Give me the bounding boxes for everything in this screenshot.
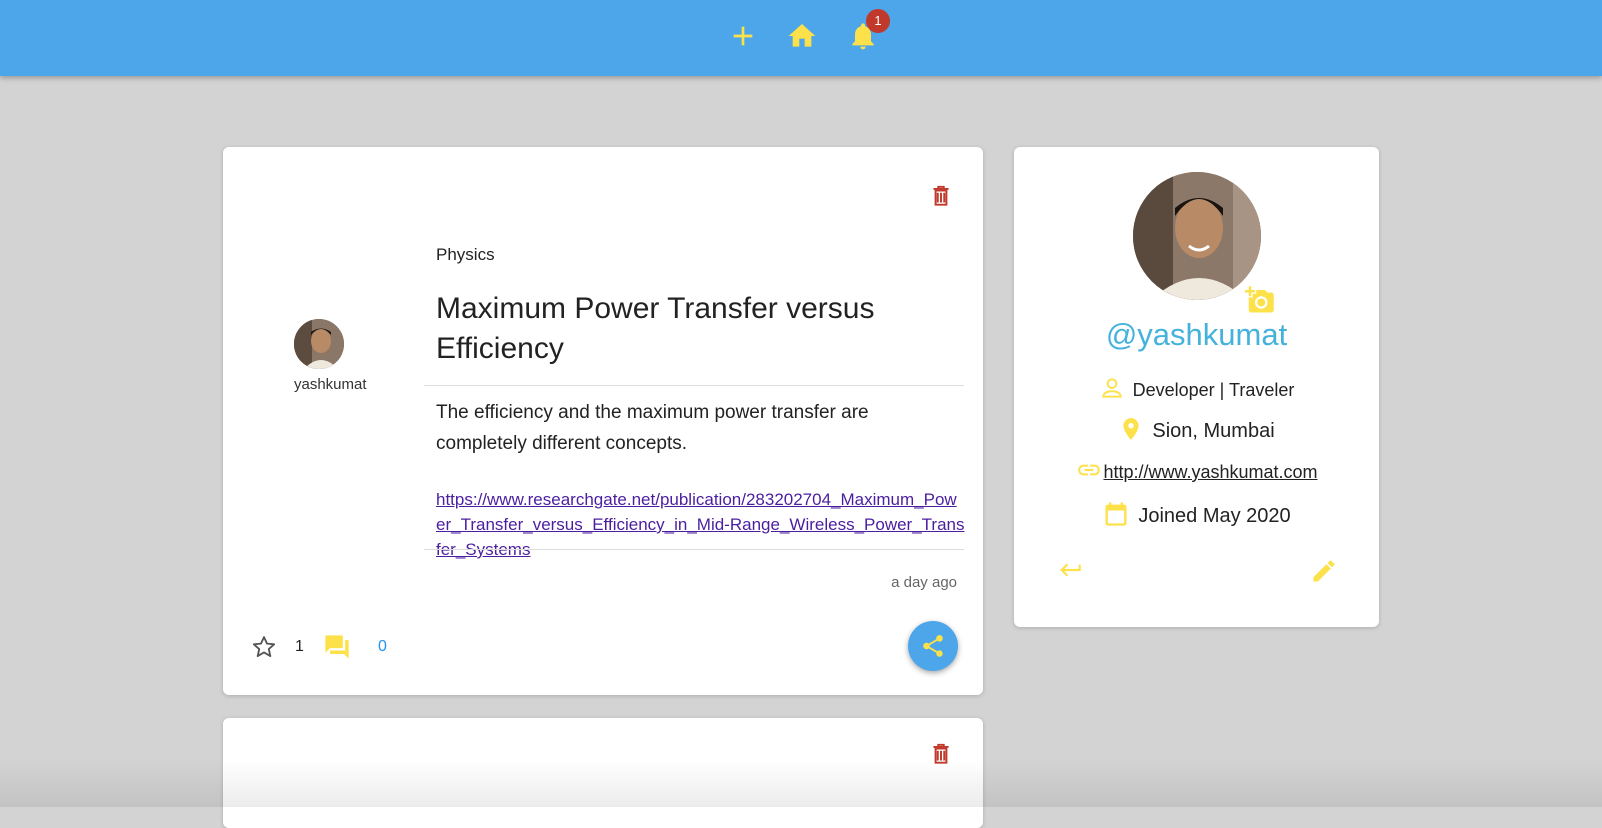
trash-icon bbox=[933, 185, 949, 206]
top-navbar: 1 bbox=[0, 0, 1602, 76]
profile-website-link[interactable]: http://www.yashkumat.com bbox=[1103, 462, 1317, 483]
profile-location: Sion, Mumbai bbox=[1152, 420, 1275, 442]
divider bbox=[424, 385, 964, 386]
edit-profile-button[interactable] bbox=[1310, 557, 1338, 585]
delete-post-button[interactable] bbox=[928, 182, 954, 210]
avatar-image bbox=[294, 319, 344, 369]
comment-count: 0 bbox=[378, 638, 387, 655]
star-outline-icon bbox=[252, 636, 276, 658]
post-title: Maximum Power Transfer versus Efficiency bbox=[436, 292, 875, 365]
author-avatar[interactable] bbox=[294, 319, 344, 369]
comments-icon bbox=[325, 635, 349, 659]
post-timestamp: a day ago bbox=[891, 574, 957, 591]
add-post-button[interactable] bbox=[725, 18, 761, 54]
change-photo-button[interactable] bbox=[1244, 285, 1276, 315]
divider bbox=[424, 549, 964, 550]
keyboard-return-icon bbox=[1060, 563, 1081, 577]
profile-joined-row: Joined May 2020 bbox=[1014, 499, 1379, 534]
profile-location-row: Sion, Mumbai bbox=[1014, 415, 1379, 448]
share-icon bbox=[923, 635, 943, 657]
pencil-icon bbox=[1313, 560, 1335, 582]
post-link[interactable]: https://www.researchgate.net/publication… bbox=[436, 487, 966, 562]
like-count: 1 bbox=[295, 638, 304, 655]
post-body: The efficiency and the maximum power tra… bbox=[436, 402, 869, 454]
trash-icon bbox=[933, 743, 949, 764]
link-icon bbox=[1075, 457, 1103, 488]
delete-post-button[interactable] bbox=[928, 740, 954, 768]
profile-avatar bbox=[1133, 172, 1261, 300]
post-card: yashkumat Physics Maximum Power Transfer… bbox=[223, 147, 983, 695]
home-icon bbox=[788, 24, 816, 47]
profile-joined: Joined May 2020 bbox=[1138, 505, 1291, 527]
profile-bio: Developer | Traveler bbox=[1132, 380, 1295, 400]
profile-card: @yashkumat Developer | Traveler Sion, Mu… bbox=[1014, 147, 1379, 627]
profile-handle[interactable]: @yashkumat bbox=[1014, 317, 1379, 353]
person-icon bbox=[1099, 375, 1125, 406]
comments-button[interactable] bbox=[322, 633, 352, 661]
post-card bbox=[223, 718, 983, 828]
home-button[interactable] bbox=[784, 18, 820, 54]
post-category: Physics bbox=[436, 245, 495, 264]
add-photo-icon bbox=[1245, 286, 1274, 313]
location-pin-icon bbox=[1118, 415, 1144, 448]
notification-badge: 1 bbox=[866, 9, 890, 33]
avatar-image bbox=[1133, 172, 1261, 300]
logout-button[interactable] bbox=[1056, 557, 1086, 583]
profile-bio-row: Developer | Traveler bbox=[1014, 375, 1379, 406]
plus-icon bbox=[733, 26, 753, 46]
calendar-icon bbox=[1102, 499, 1130, 534]
author-name[interactable]: yashkumat bbox=[294, 376, 367, 393]
like-button[interactable] bbox=[250, 633, 278, 661]
profile-website-row: http://www.yashkumat.com bbox=[1014, 457, 1379, 488]
share-button[interactable] bbox=[908, 621, 958, 671]
